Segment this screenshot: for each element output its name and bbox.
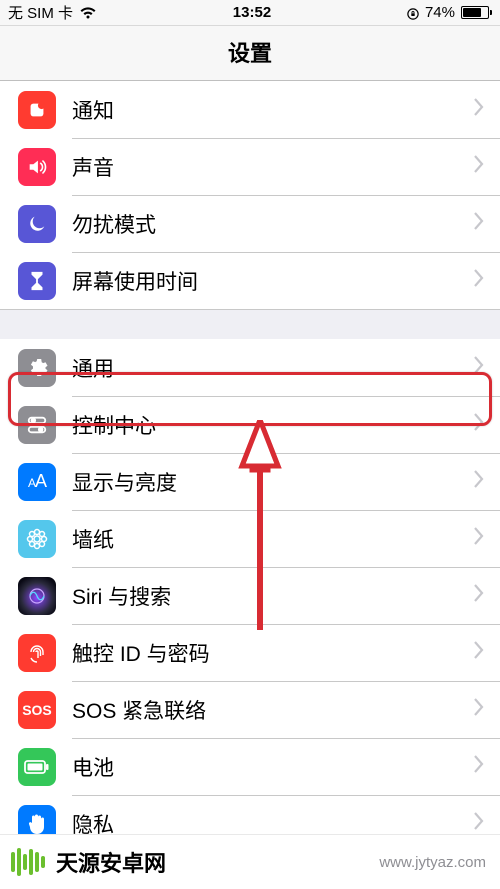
carrier-text: 无 SIM 卡: [8, 2, 73, 23]
moon-icon: [18, 205, 56, 243]
chevron-right-icon: [474, 470, 484, 493]
row-label: 墙纸: [72, 524, 474, 554]
row-dnd[interactable]: 勿扰模式: [0, 195, 500, 252]
status-right: 74%: [407, 4, 492, 21]
chevron-right-icon: [474, 527, 484, 550]
fingerprint-icon: [18, 634, 56, 672]
bell-icon: [18, 91, 56, 129]
battery-icon: [18, 748, 56, 786]
watermark-title: 天源安卓网: [56, 846, 379, 878]
wifi-icon: [79, 6, 97, 20]
chevron-right-icon: [474, 812, 484, 835]
status-left: 无 SIM 卡: [8, 2, 97, 23]
row-display[interactable]: AA 显示与亮度: [0, 453, 500, 510]
row-label: 勿扰模式: [72, 209, 474, 239]
watermark-footer: 天源安卓网 www.jytyaz.com: [0, 834, 500, 889]
row-siri[interactable]: Siri 与搜索: [0, 567, 500, 624]
sos-icon: SOS: [18, 691, 56, 729]
chevron-right-icon: [474, 584, 484, 607]
row-battery[interactable]: 电池: [0, 738, 500, 795]
row-general[interactable]: 通用: [0, 339, 500, 396]
row-screentime[interactable]: 屏幕使用时间: [0, 252, 500, 309]
chevron-right-icon: [474, 98, 484, 121]
row-label: 屏幕使用时间: [72, 266, 474, 296]
row-sos[interactable]: SOS SOS 紧急联络: [0, 681, 500, 738]
chevron-right-icon: [474, 755, 484, 778]
settings-group-2: 通用 控制中心 AA 显示与亮度 墙纸 Siri 与搜索 触控 ID 与密码: [0, 339, 500, 852]
chevron-right-icon: [474, 212, 484, 235]
status-time: 13:52: [233, 4, 271, 21]
chevron-right-icon: [474, 698, 484, 721]
row-label: Siri 与搜索: [72, 581, 474, 611]
status-bar: 无 SIM 卡 13:52 74%: [0, 0, 500, 26]
chevron-right-icon: [474, 413, 484, 436]
battery-icon: [461, 6, 492, 19]
speaker-icon: [18, 148, 56, 186]
row-label: 触控 ID 与密码: [72, 638, 474, 668]
row-label: 电池: [72, 752, 474, 782]
row-sound[interactable]: 声音: [0, 138, 500, 195]
settings-group-1: 通知 声音 勿扰模式 屏幕使用时间: [0, 81, 500, 309]
row-label: 通用: [72, 353, 474, 383]
siri-icon: [18, 577, 56, 615]
chevron-right-icon: [474, 641, 484, 664]
row-notifications[interactable]: 通知: [0, 81, 500, 138]
chevron-right-icon: [474, 269, 484, 292]
toggles-icon: [18, 406, 56, 444]
row-label: 通知: [72, 95, 474, 125]
row-label: 控制中心: [72, 410, 474, 440]
chevron-right-icon: [474, 155, 484, 178]
page-title: 设置: [0, 26, 500, 81]
row-label: 显示与亮度: [72, 467, 474, 497]
orientation-lock-icon: [407, 7, 419, 19]
gear-icon: [18, 349, 56, 387]
watermark-logo-icon: [8, 842, 48, 882]
hourglass-icon: [18, 262, 56, 300]
row-label: 声音: [72, 152, 474, 182]
battery-pct: 74%: [425, 4, 455, 21]
text-size-icon: AA: [18, 463, 56, 501]
row-wallpaper[interactable]: 墙纸: [0, 510, 500, 567]
row-control-center[interactable]: 控制中心: [0, 396, 500, 453]
chevron-right-icon: [474, 356, 484, 379]
flower-icon: [18, 520, 56, 558]
watermark-url: www.jytyaz.com: [379, 854, 486, 871]
row-label: SOS 紧急联络: [72, 695, 474, 725]
row-touchid[interactable]: 触控 ID 与密码: [0, 624, 500, 681]
